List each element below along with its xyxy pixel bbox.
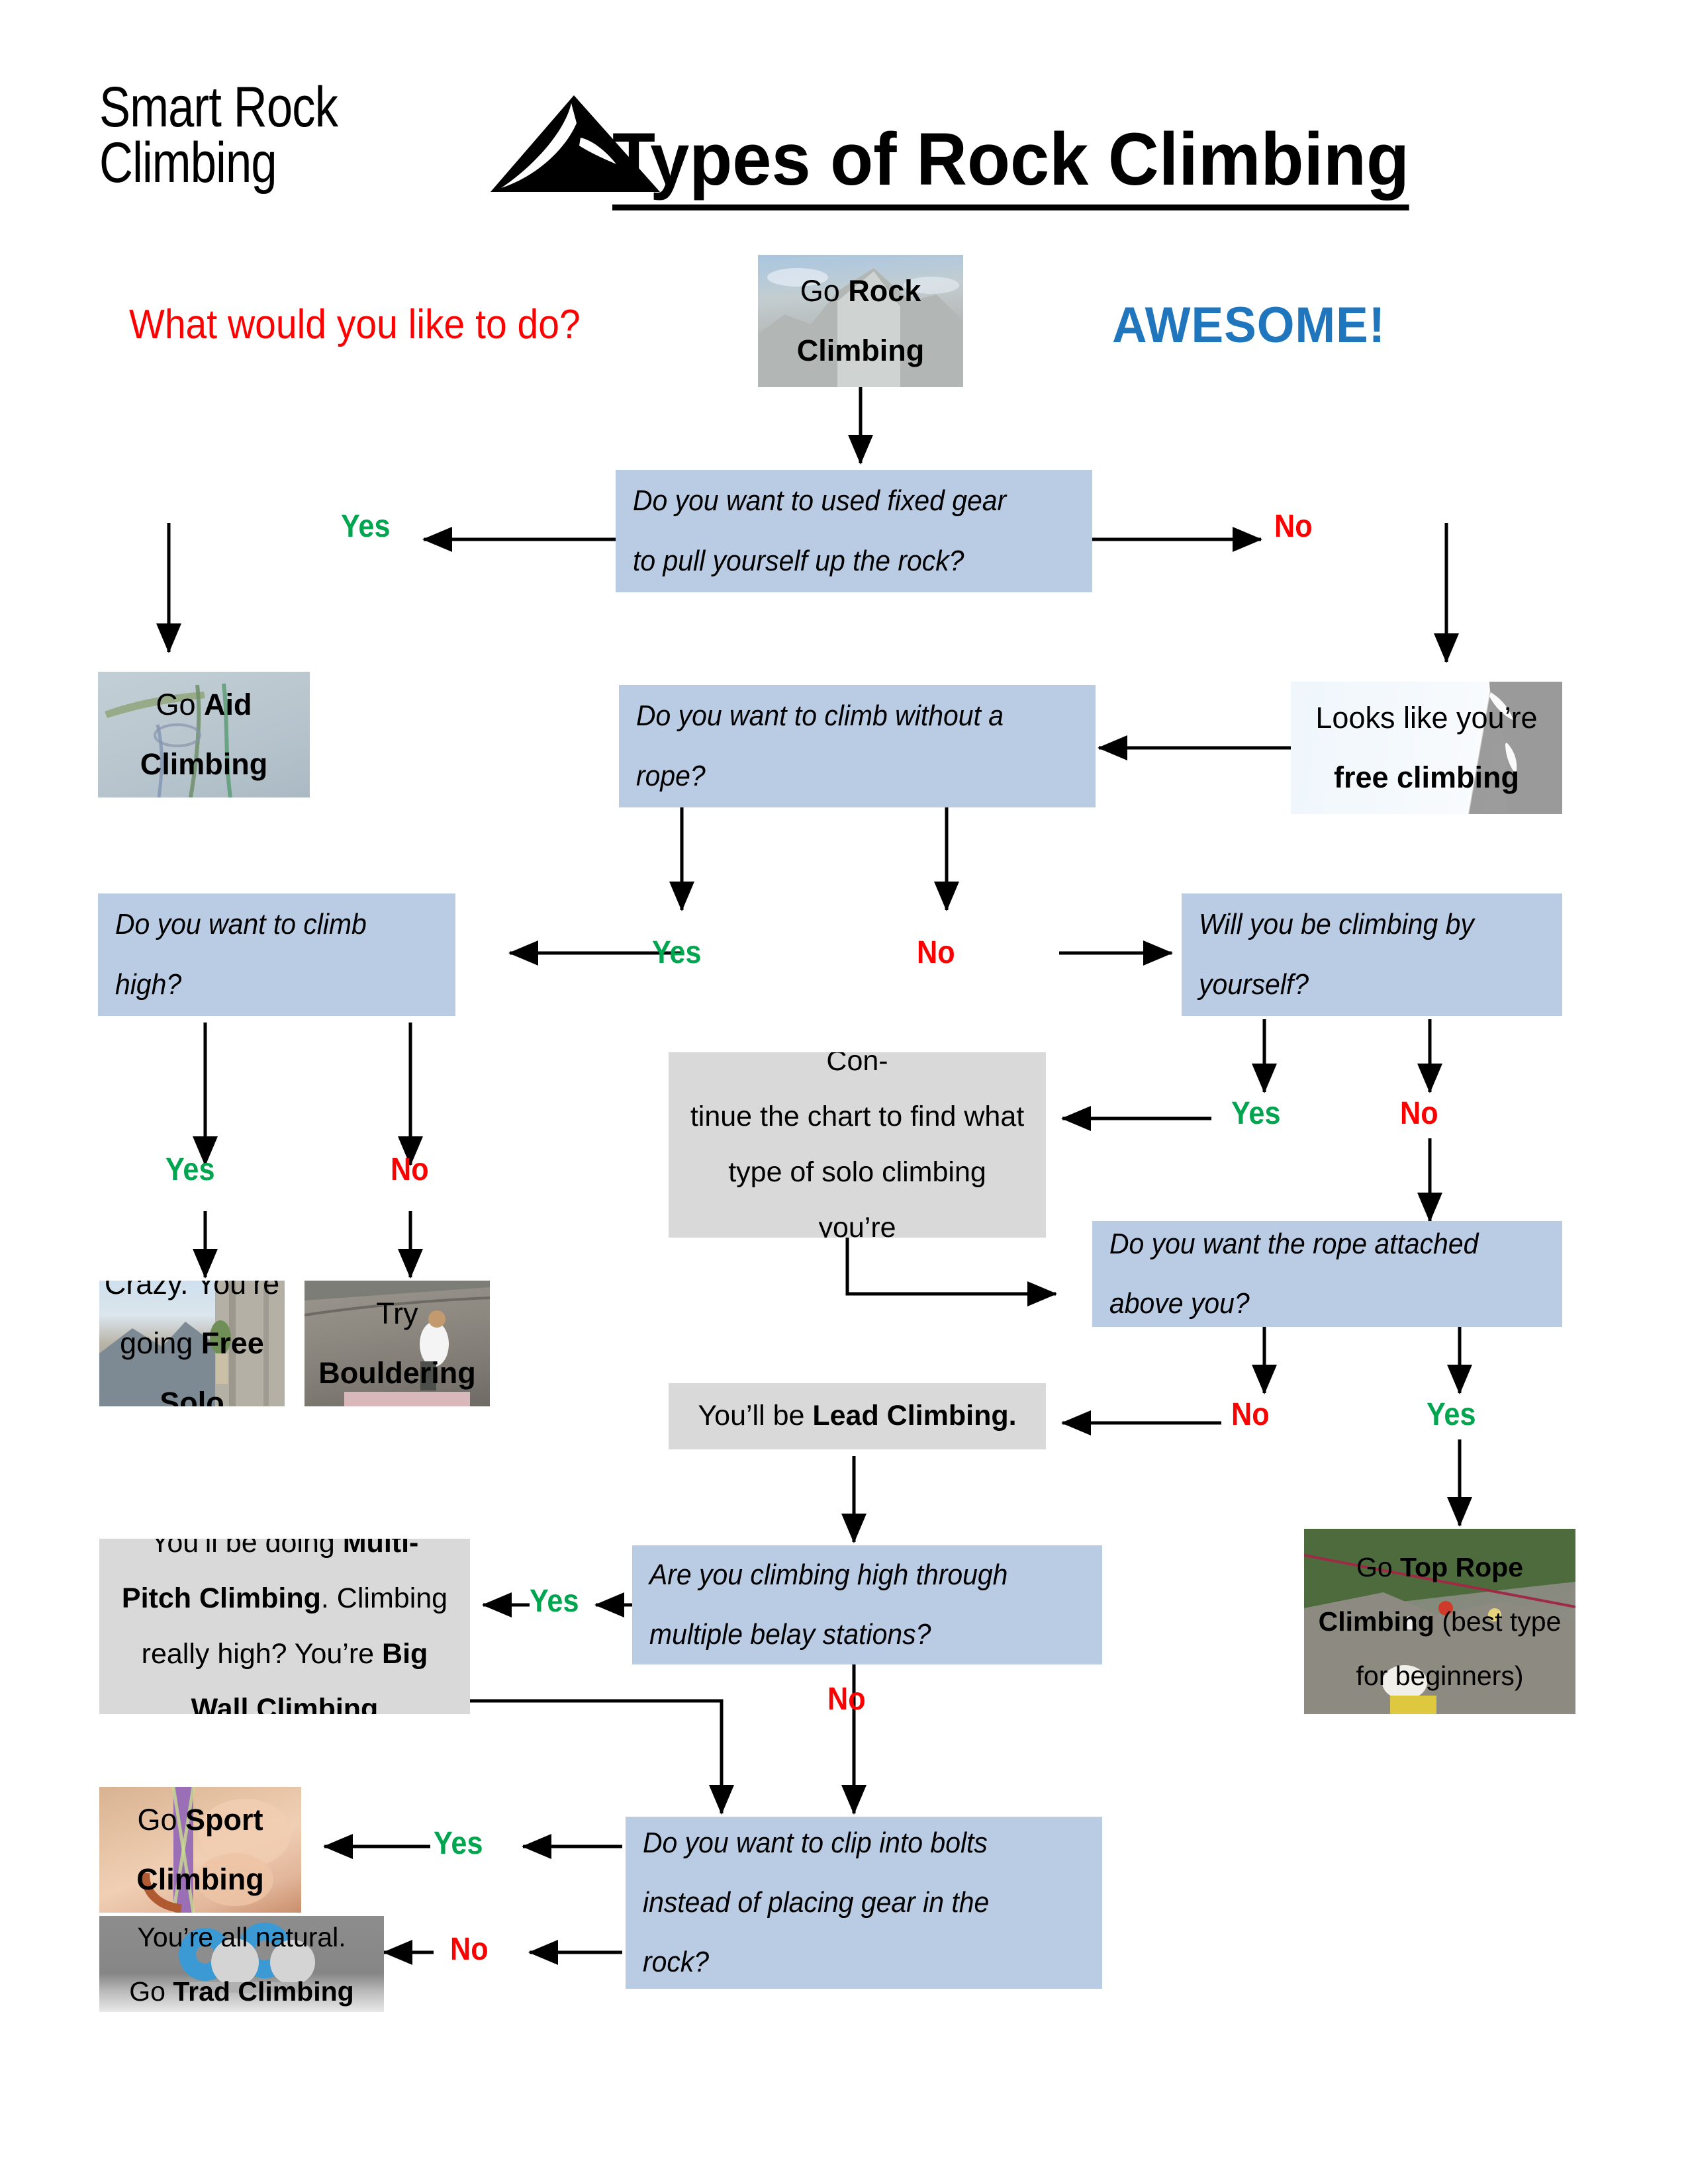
- edge-label-no-fixed-gear: No: [1274, 509, 1313, 544]
- node-top-rope-climbing[interactable]: Go Top Rope Climbing (best type for begi…: [1304, 1529, 1575, 1714]
- edge-label-yes-belay-stations: Yes: [530, 1584, 579, 1619]
- brand-logo-line2: Climbing: [99, 131, 277, 195]
- node-bouldering-text: Try Bouldering: [318, 1297, 476, 1390]
- edge-label-no-climb-high: No: [391, 1152, 429, 1187]
- brand-logo-text: Smart Rock Climbing: [99, 75, 338, 195]
- brand-logo-line1: Smart Rock: [99, 75, 338, 139]
- flowchart-canvas: Smart Rock Climbing Types of Rock Climbi…: [0, 0, 1688, 2184]
- edge-label-no-belay-stations: No: [827, 1682, 866, 1717]
- node-question-by-yourself-text: Will you be climbing by yourself?: [1199, 908, 1474, 1001]
- node-question-without-rope[interactable]: Do you want to climb without a rope?: [619, 685, 1096, 807]
- node-free-climbing[interactable]: Looks like you’re free climbing: [1291, 682, 1562, 814]
- node-question-by-yourself[interactable]: Will you be climbing by yourself?: [1182, 893, 1562, 1016]
- edge-label-no-rope-above: No: [1231, 1397, 1270, 1432]
- node-question-clip-bolts-text: Do you want to clip into bolts instead o…: [643, 1826, 990, 1979]
- node-trad-climbing-text: You’re all natural. Go Trad Climbing: [129, 1921, 354, 2007]
- node-free-climbing-text: Looks like you’re free climbing: [1315, 701, 1538, 794]
- node-top-rope-climbing-text: Go Top Rope Climbing (best type for begi…: [1318, 1552, 1562, 1691]
- node-multi-pitch-climbing[interactable]: You’ll be doing Multi- Pitch Climbing. C…: [99, 1539, 470, 1714]
- node-go-aid-climbing-text: Go Aid Climbing: [140, 688, 268, 781]
- node-bouldering[interactable]: Try Bouldering: [305, 1281, 490, 1406]
- node-question-rope-above[interactable]: Do you want the rope attached above you?: [1092, 1221, 1562, 1327]
- page-title: Types of Rock Climbing: [612, 116, 1410, 210]
- node-go-rock-climbing-text: Go Rock Climbing: [796, 274, 925, 367]
- node-question-climb-high[interactable]: Do you want to climb high?: [98, 893, 455, 1016]
- edge-label-yes-fixed-gear: Yes: [341, 509, 391, 544]
- node-trad-climbing[interactable]: You’re all natural. Go Trad Climbing: [99, 1916, 384, 2012]
- edge-label-yes-clip-bolts: Yes: [434, 1826, 483, 1861]
- node-solo-climbing-text: You’re climbing Solo. Con- tinue the cha…: [690, 1052, 1025, 1238]
- node-question-clip-bolts[interactable]: Do you want to clip into bolts instead o…: [626, 1817, 1102, 1989]
- node-multi-pitch-climbing-text: You’ll be doing Multi- Pitch Climbing. C…: [121, 1539, 448, 1714]
- edge-label-yes-by-yourself: Yes: [1231, 1096, 1281, 1131]
- node-question-climb-high-text: Do you want to climb high?: [115, 908, 367, 1001]
- node-question-rope-above-text: Do you want the rope attached above you?: [1109, 1227, 1479, 1320]
- node-free-solo-text: Crazy. You’re going Free Solo: [104, 1281, 280, 1406]
- edge-label-no-clip-bolts: No: [450, 1932, 489, 1967]
- node-lead-climbing-text: You’ll be Lead Climbing.: [698, 1400, 1017, 1432]
- node-question-fixed-gear[interactable]: Do you want to used fixed gear to pull y…: [616, 470, 1092, 592]
- node-question-without-rope-text: Do you want to climb without a rope?: [636, 700, 1004, 792]
- edge-label-yes-without-rope: Yes: [652, 935, 702, 970]
- edge-label-yes-climb-high: Yes: [165, 1152, 215, 1187]
- node-lead-climbing[interactable]: You’ll be Lead Climbing.: [669, 1383, 1046, 1449]
- node-free-solo[interactable]: Crazy. You’re going Free Solo: [99, 1281, 285, 1406]
- node-question-belay-stations-text: Are you climbing high through multiple b…: [649, 1558, 1008, 1651]
- node-sport-climbing[interactable]: Go Sport Climbing: [99, 1787, 301, 1913]
- node-question-fixed-gear-text: Do you want to used fixed gear to pull y…: [633, 484, 1007, 577]
- node-sport-climbing-text: Go Sport Climbing: [136, 1803, 264, 1896]
- brand-logo: Smart Rock Climbing: [99, 75, 660, 199]
- node-go-aid-climbing[interactable]: Go Aid Climbing: [98, 672, 310, 797]
- node-solo-climbing[interactable]: You’re climbing Solo. Con- tinue the cha…: [669, 1052, 1046, 1238]
- intro-prompt: What would you like to do?: [129, 302, 581, 347]
- awesome-callout: AWESOME!: [1112, 297, 1386, 353]
- node-question-belay-stations[interactable]: Are you climbing high through multiple b…: [632, 1545, 1102, 1664]
- edge-label-no-by-yourself: No: [1400, 1096, 1438, 1131]
- node-go-rock-climbing[interactable]: Go Rock Climbing: [758, 255, 963, 387]
- edge-label-yes-rope-above: Yes: [1427, 1397, 1476, 1432]
- edge-label-no-without-rope: No: [917, 935, 955, 970]
